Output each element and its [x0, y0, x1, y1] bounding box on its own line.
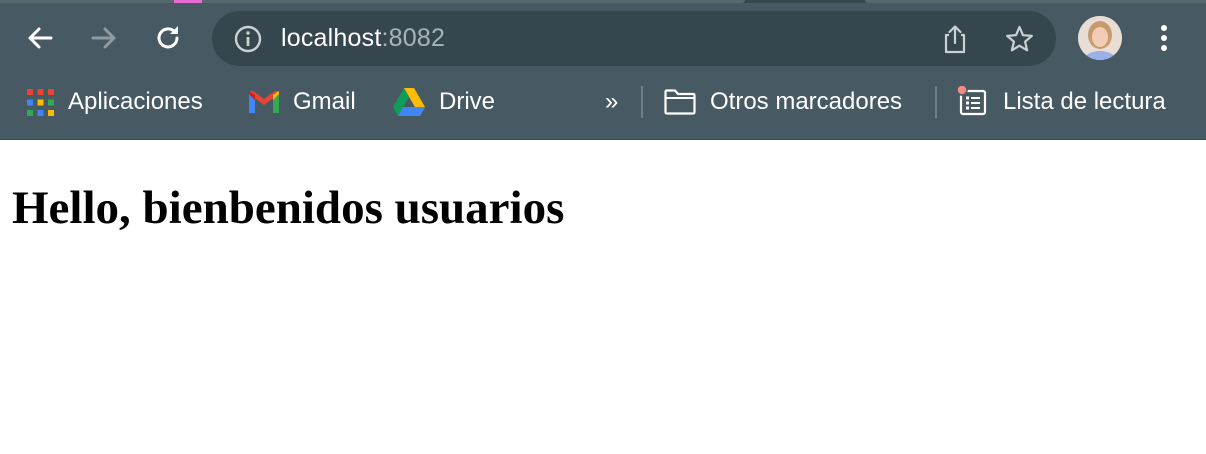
arrow-right-icon	[91, 27, 116, 49]
url-text[interactable]: localhost:8082	[281, 23, 445, 53]
drive-icon	[393, 88, 425, 116]
bookmark-gmail[interactable]: Gmail	[249, 76, 356, 128]
url-host: localhost	[281, 24, 382, 52]
profile-avatar[interactable]	[1078, 16, 1122, 60]
bookmark-label: Otros marcadores	[710, 88, 903, 115]
bookmark-label: Drive	[439, 88, 496, 115]
reload-button[interactable]	[148, 18, 188, 58]
bookmark-label: Gmail	[293, 88, 356, 115]
back-button[interactable]	[20, 18, 60, 58]
bookmarks-bar: Aplicaciones Gmail Drive » Otros marcado…	[0, 76, 1206, 128]
overflow-chevron-icon: »	[605, 88, 619, 115]
gmail-icon	[249, 91, 279, 113]
bookmarks-overflow-button[interactable]: »	[605, 76, 618, 128]
menu-button[interactable]	[1144, 18, 1184, 58]
kebab-menu-icon	[1161, 25, 1167, 51]
page-heading: Hello, bienbenidos usuarios	[12, 182, 565, 234]
avatar-image	[1078, 16, 1122, 60]
tab-right[interactable]	[865, 0, 1206, 3]
bookmark-separator	[935, 86, 937, 118]
tab-left[interactable]	[0, 0, 745, 3]
bookmark-drive[interactable]: Drive	[393, 76, 495, 128]
folder-icon	[664, 89, 696, 115]
browser-chrome: localhost:8082 Aplicaciones Gmail Drive …	[0, 0, 1206, 140]
star-icon[interactable]	[1004, 24, 1035, 59]
active-tab-indicator	[174, 0, 202, 3]
forward-button[interactable]	[84, 18, 124, 58]
bookmark-other-folder[interactable]: Otros marcadores	[664, 76, 902, 128]
reading-list-icon	[957, 86, 989, 118]
address-bar[interactable]: localhost:8082	[212, 11, 1056, 66]
bookmark-separator	[641, 86, 643, 118]
apps-grid-icon	[27, 88, 54, 116]
reload-icon	[157, 26, 179, 49]
share-icon[interactable]	[940, 23, 970, 60]
bookmark-label: Aplicaciones	[68, 88, 203, 115]
bookmark-label: Lista de lectura	[1003, 88, 1166, 115]
url-port: :8082	[381, 24, 446, 52]
bookmark-apps[interactable]: Aplicaciones	[27, 76, 203, 128]
arrow-left-icon	[28, 27, 53, 49]
info-icon[interactable]	[233, 24, 263, 59]
reading-list-button[interactable]: Lista de lectura	[957, 76, 1166, 128]
